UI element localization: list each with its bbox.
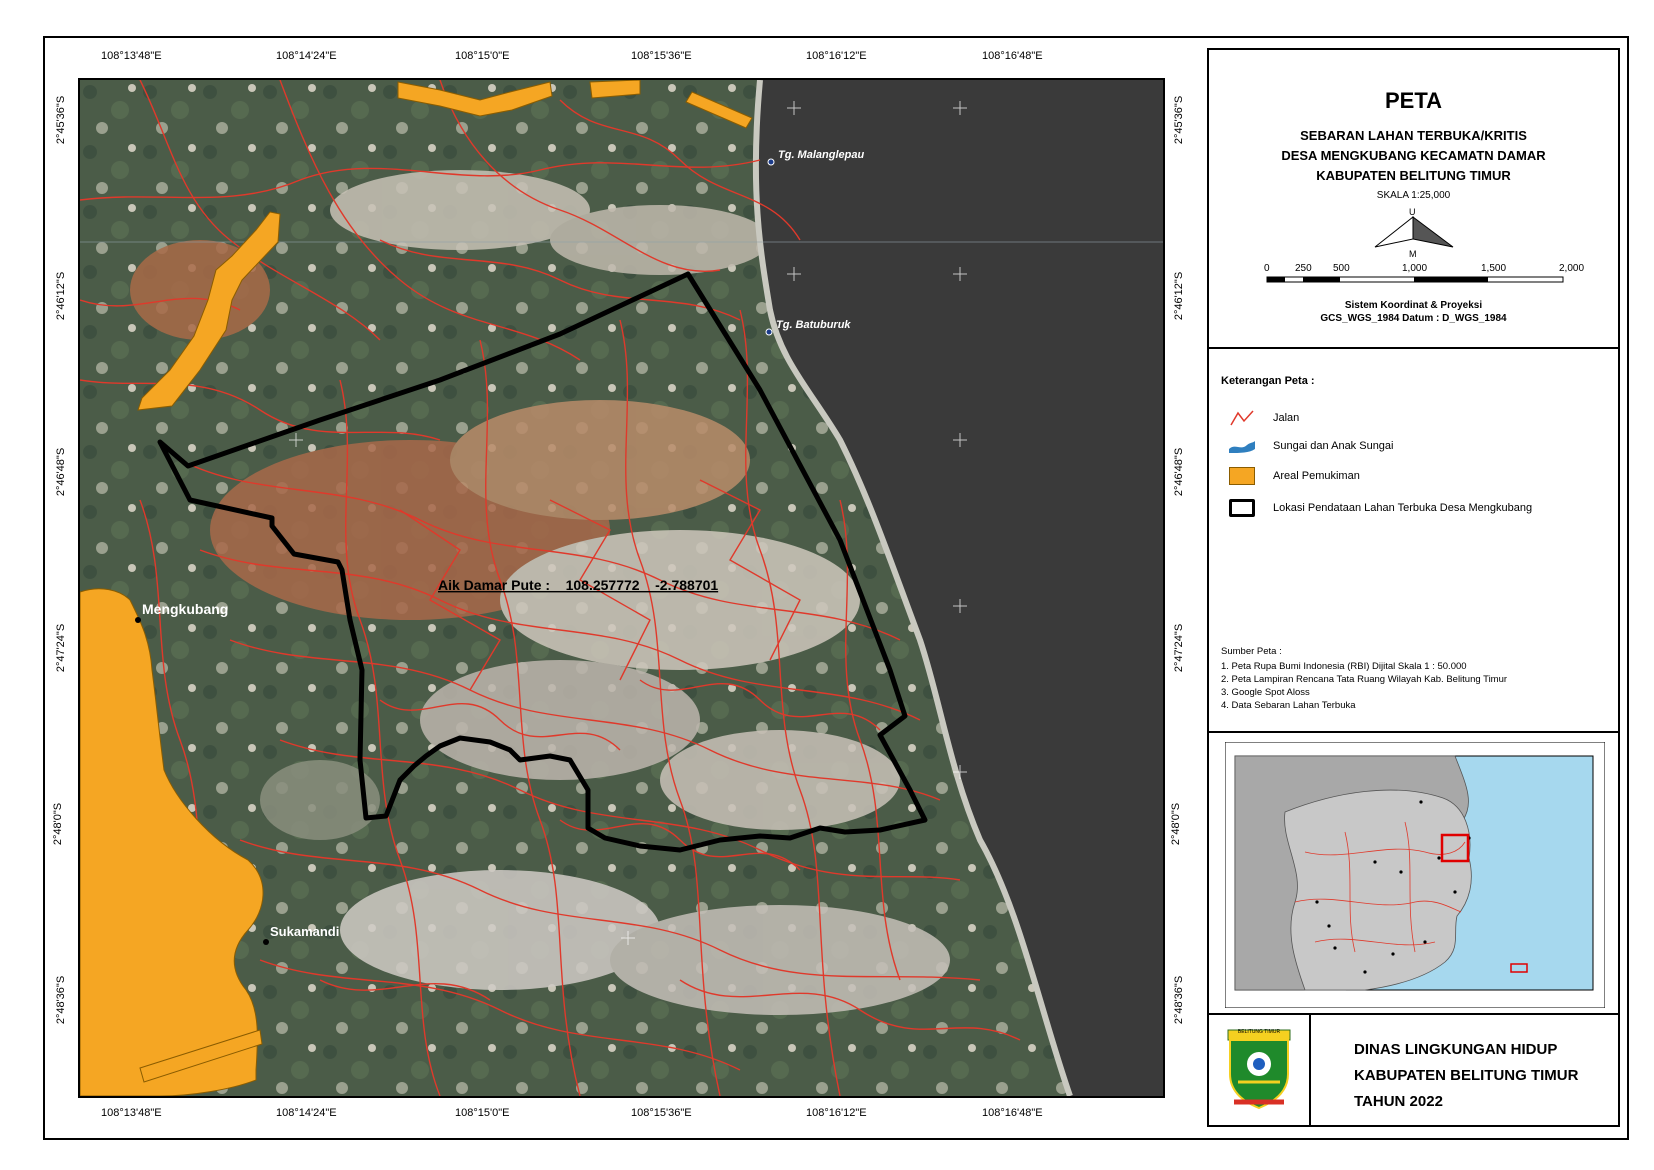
scale-tick-250: 250 (1295, 263, 1312, 274)
legend-panel: Keterangan Peta : Jalan Sungai dan Anak … (1207, 347, 1620, 733)
scale-tick-1500: 1,500 (1481, 263, 1506, 274)
legend-label-pemukiman: Areal Pemukiman (1273, 470, 1360, 482)
scale-tick-1000: 1,000 (1402, 263, 1427, 274)
lon-label-top-3: 108°15'0"E (455, 50, 510, 62)
map-subtitle-3: KABUPATEN BELITUNG TIMUR (1316, 168, 1511, 183)
map-subtitle-1: SEBARAN LAHAN TERBUKA/KRITIS (1300, 128, 1527, 143)
agency-line-2: KABUPATEN BELITUNG TIMUR (1354, 1067, 1579, 1084)
main-map[interactable]: Tg. Malanglepau Tg. Batuburuk Mengkubang… (78, 78, 1165, 1098)
lat-label-right-3: 2°46'48"S (1173, 447, 1186, 497)
lat-label-left-2: 2°46'12"S (55, 271, 68, 321)
agency-block: DINAS LINGKUNGAN HIDUP KABUPATEN BELITUN… (1354, 1037, 1578, 1115)
lon-label-top-2: 108°14'24"E (276, 50, 337, 62)
lon-label-bottom-2: 108°14'24"E (276, 1107, 337, 1119)
map-subtitle-2: DESA MENGKUBANG KECAMATN DAMAR (1281, 148, 1546, 163)
north-m-label: M (1409, 249, 1417, 259)
map-canvas: Tg. Malanglepau Tg. Batuburuk Mengkubang… (80, 80, 1163, 1096)
river-legend-icon (1229, 441, 1255, 453)
lon-label-bottom-5: 108°16'12"E (806, 1107, 867, 1119)
lat-label-left-1: 2°45'36"S (55, 95, 68, 145)
lon-label-top-4: 108°15'36"E (631, 50, 692, 62)
logo-cell: BELITUNG TIMUR (1209, 1015, 1311, 1125)
scale-tick-500: 500 (1333, 263, 1350, 274)
legend-label-jalan: Jalan (1273, 412, 1300, 424)
north-arrow: U M (1374, 207, 1454, 259)
lon-label-bottom-3: 108°15'0"E (455, 1107, 510, 1119)
lat-label-right-4: 2°47'24"S (1173, 623, 1186, 673)
scale-tick-2000: 2,000 (1559, 263, 1584, 274)
lat-label-left-6: 2°48'36"S (55, 975, 68, 1025)
source-item-4: 4. Data Sebaran Lahan Terbuka (1221, 700, 1356, 711)
source-item-3: 3. Google Spot Aloss (1221, 687, 1310, 698)
title-panel: PETA SEBARAN LAHAN TERBUKA/KRITIS DESA M… (1207, 48, 1620, 349)
aik-damar-label: Aik Damar Pute : 108.257772 -2.788701 (438, 577, 718, 593)
scale-text: SKALA 1:25,000 (1376, 190, 1451, 201)
legend-item-jalan: Jalan (1229, 409, 1299, 427)
sukamandi-marker (263, 939, 269, 945)
scale-bar: 0 250 500 1,000 1,500 2,000 (1264, 263, 1584, 283)
legend-label-lokasi: Lokasi Pendataan Lahan Terbuka Desa Meng… (1273, 502, 1533, 514)
inset-panel (1207, 731, 1620, 1015)
legend-item-pemukiman: Areal Pemukiman (1229, 467, 1360, 485)
mengkubang-marker (135, 617, 141, 623)
tg-batuburuk-marker (765, 328, 773, 336)
source-item-1: 1. Peta Rupa Bumi Indonesia (RBI) Dijita… (1221, 661, 1467, 672)
sukamandi-label: Sukamandi (270, 924, 339, 939)
tg-malanglepau-label: Tg. Malanglepau (778, 149, 864, 161)
lon-label-bottom-1: 108°13'48"E (101, 1107, 162, 1119)
tg-malanglepau-marker (767, 158, 775, 166)
legend-item-lokasi: Lokasi Pendataan Lahan Terbuka Desa Meng… (1229, 499, 1532, 517)
source-item-2: 2. Peta Lampiran Rencana Tata Ruang Wila… (1221, 674, 1508, 685)
map-title: PETA (1384, 88, 1443, 113)
agency-line-3: TAHUN 2022 (1354, 1093, 1443, 1110)
agency-line-1: DINAS LINGKUNGAN HIDUP (1354, 1041, 1558, 1058)
scale-tick-0: 0 (1264, 263, 1270, 274)
lat-label-left-5: 2°48'0"S (52, 802, 65, 846)
road-legend-icon (1230, 410, 1254, 426)
crs-line-2: GCS_WGS_1984 Datum : D_WGS_1984 (1320, 313, 1507, 324)
legend-item-sungai: Sungai dan Anak Sungai (1229, 437, 1394, 455)
lon-label-top-1: 108°13'48"E (101, 50, 162, 62)
lat-label-right-1: 2°45'36"S (1173, 95, 1186, 145)
lat-label-right-2: 2°46'12"S (1173, 271, 1186, 321)
inset-map[interactable] (1225, 742, 1605, 1008)
footer-panel: BELITUNG TIMUR DINAS LINGKUNGAN HIDUP KA… (1207, 1013, 1620, 1127)
lat-label-right-5: 2°48'0"S (1170, 802, 1183, 846)
mengkubang-label: Mengkubang (142, 601, 228, 617)
inset-land-belitung (1284, 789, 1472, 991)
crs-line-1: Sistem Koordinat & Proyeksi (1344, 300, 1483, 311)
lat-label-left-3: 2°46'48"S (55, 447, 68, 497)
lat-label-right-6: 2°48'36"S (1173, 975, 1186, 1025)
lon-label-bottom-4: 108°15'36"E (631, 1107, 692, 1119)
tg-batuburuk-label: Tg. Batuburuk (776, 319, 851, 331)
legend-heading: Keterangan Peta : (1221, 375, 1315, 387)
legend-label-sungai: Sungai dan Anak Sungai (1273, 440, 1394, 452)
logo-text: BELITUNG TIMUR (1237, 1029, 1281, 1035)
boundary-legend-icon (1229, 499, 1255, 517)
lat-label-left-4: 2°47'24"S (55, 623, 68, 673)
lon-label-bottom-6: 108°16'48"E (982, 1107, 1043, 1119)
regency-logo-icon (1227, 1029, 1291, 1110)
settlement-legend-icon (1229, 467, 1255, 485)
lon-label-top-6: 108°16'48"E (982, 50, 1043, 62)
lon-label-top-5: 108°16'12"E (806, 50, 867, 62)
north-u-label: U (1409, 207, 1416, 217)
sources-heading: Sumber Peta : (1221, 646, 1282, 657)
